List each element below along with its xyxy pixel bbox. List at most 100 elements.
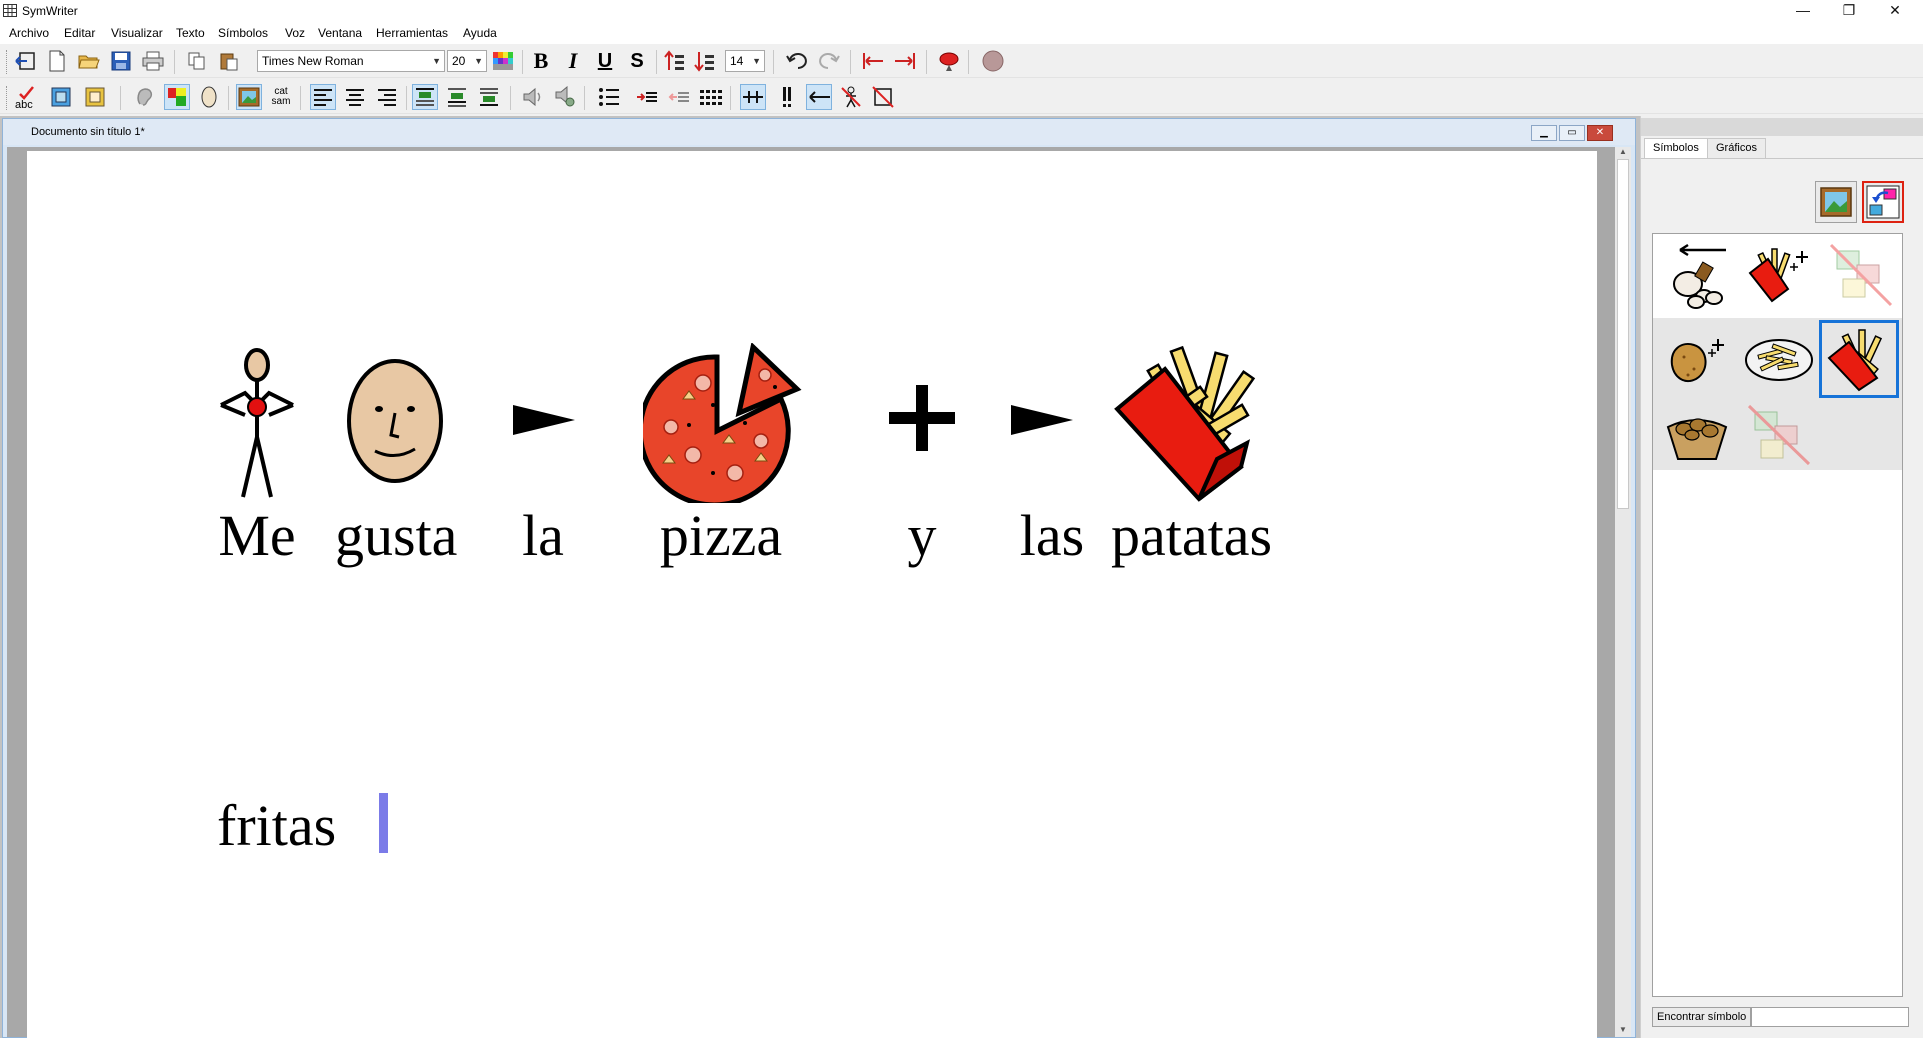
bullet-list-icon[interactable] — [596, 84, 622, 110]
arrow-left-icon[interactable] — [806, 84, 832, 110]
toolbar-grip[interactable] — [6, 86, 9, 110]
doc-minimize-button[interactable]: ▁ — [1531, 125, 1557, 141]
font-size-select[interactable]: 20 ▼ — [447, 50, 487, 72]
scroll-thumb[interactable] — [1617, 159, 1629, 509]
app-grid-icon — [3, 4, 17, 17]
indent-decrease-icon[interactable] — [666, 84, 692, 110]
italic-icon[interactable]: I — [560, 48, 586, 74]
align-right-icon[interactable] — [374, 84, 400, 110]
tab-simbolos[interactable]: Símbolos — [1644, 138, 1708, 158]
indent-increase-icon[interactable] — [634, 84, 660, 110]
text-box-yellow-icon[interactable] — [82, 84, 108, 110]
menu-texto[interactable]: Texto — [176, 26, 205, 40]
fries-plate-icon[interactable] — [1739, 320, 1819, 398]
word-las[interactable]: las — [1002, 507, 1102, 565]
menu-visualizar[interactable]: Visualizar — [111, 26, 163, 40]
toolbar-separator — [174, 50, 175, 74]
cat-sam-icon[interactable]: cat sam — [268, 84, 294, 110]
increase-line-spacing-icon[interactable] — [662, 48, 688, 74]
symbol-choices-grid — [1652, 233, 1903, 997]
align-left-icon[interactable] — [310, 84, 336, 110]
scroll-up-icon[interactable]: ▲ — [1615, 147, 1631, 159]
valign-bottom-icon[interactable] — [476, 84, 502, 110]
find-symbol-button[interactable]: Encontrar símbolo — [1652, 1007, 1752, 1027]
ear-icon[interactable] — [132, 84, 158, 110]
exclamation-icon[interactable] — [774, 84, 800, 110]
no-symbol-icon[interactable] — [870, 84, 896, 110]
symbol-size-select[interactable]: 14 ▼ — [725, 50, 765, 72]
indent-right-icon[interactable] — [892, 48, 918, 74]
menu-archivo[interactable]: Archivo — [9, 26, 49, 40]
spellcheck-icon[interactable]: abc — [12, 84, 38, 110]
picture-frame-icon[interactable] — [1815, 181, 1857, 223]
valign-top-icon[interactable] — [412, 84, 438, 110]
document-title-bar: Documento sin título 1* ▁ ▭ ✕ — [3, 119, 1635, 145]
no-symbol-crossed-icon[interactable] — [1821, 236, 1901, 314]
save-icon[interactable] — [108, 48, 134, 74]
minimize-button[interactable]: — — [1780, 0, 1826, 22]
word-y[interactable]: y — [889, 507, 955, 565]
word-la[interactable]: la — [507, 507, 579, 565]
potato-plus-icon[interactable] — [1657, 320, 1737, 398]
voice-circle-icon[interactable] — [980, 48, 1006, 74]
redo-icon[interactable] — [816, 48, 842, 74]
exit-icon[interactable] — [12, 48, 38, 74]
word-fritas[interactable]: fritas — [217, 797, 337, 855]
font-name-select[interactable]: Times New Roman ▼ — [257, 50, 445, 72]
fries-box-icon[interactable] — [1819, 320, 1899, 398]
oval-icon[interactable] — [196, 84, 222, 110]
speaker-icon[interactable] — [520, 84, 546, 110]
menu-ventana[interactable]: Ventana — [318, 26, 362, 40]
text-box-blue-icon[interactable] — [48, 84, 74, 110]
scroll-down-icon[interactable]: ▼ — [1615, 1025, 1631, 1037]
symbol-spacing-icon[interactable] — [740, 84, 766, 110]
new-document-icon[interactable] — [44, 48, 70, 74]
menu-ayuda[interactable]: Ayuda — [463, 26, 497, 40]
potato-basket-icon[interactable] — [1657, 402, 1737, 468]
change-symbol-icon[interactable] — [1862, 181, 1904, 223]
copy-icon[interactable] — [184, 48, 210, 74]
color-blocks-icon[interactable] — [164, 84, 190, 110]
picture-frame-icon[interactable] — [236, 84, 262, 110]
menu-simbolos[interactable]: Símbolos — [218, 26, 268, 40]
align-center-icon[interactable] — [342, 84, 368, 110]
underline-icon[interactable]: U — [592, 48, 618, 74]
doc-close-button[interactable]: ✕ — [1587, 125, 1613, 141]
word-me[interactable]: Me — [217, 507, 297, 565]
menu-editar[interactable]: Editar — [64, 26, 95, 40]
triangle-arrow-icon — [513, 405, 575, 435]
toolbar-grip[interactable] — [6, 50, 9, 74]
word-patatas[interactable]: patatas — [1111, 507, 1272, 565]
person-cross-icon[interactable] — [838, 84, 864, 110]
find-symbol-input[interactable] — [1751, 1007, 1909, 1027]
indent-left-icon[interactable] — [860, 48, 886, 74]
restore-button[interactable]: ❐ — [1826, 0, 1872, 22]
word-pizza[interactable]: pizza — [653, 507, 789, 565]
word-gusta[interactable]: gusta — [335, 507, 457, 565]
document-vertical-scrollbar[interactable]: ▲ ▼ — [1615, 147, 1631, 1037]
print-icon[interactable] — [140, 48, 166, 74]
tab-graficos[interactable]: Gráficos — [1707, 138, 1766, 158]
speaker-settings-icon[interactable] — [552, 84, 578, 110]
strikethrough-icon[interactable]: S — [624, 48, 650, 74]
panel-body: Encontrar símbolo — [1641, 158, 1923, 1038]
potato-slices-icon[interactable] — [1657, 236, 1737, 314]
toolbar-separator — [584, 86, 585, 110]
menu-herramientas[interactable]: Herramientas — [376, 26, 448, 40]
bold-icon[interactable]: B — [528, 48, 554, 74]
open-folder-icon[interactable] — [76, 48, 102, 74]
pizza-icon — [643, 343, 802, 503]
paste-icon[interactable] — [216, 48, 242, 74]
doc-restore-button[interactable]: ▭ — [1559, 125, 1585, 141]
fries-plus-icon[interactable] — [1739, 236, 1819, 314]
decrease-line-spacing-icon[interactable] — [692, 48, 718, 74]
dotted-grid-icon[interactable] — [698, 84, 724, 110]
undo-icon[interactable] — [784, 48, 810, 74]
close-button[interactable]: ✕ — [1872, 0, 1918, 22]
valign-middle-icon[interactable] — [444, 84, 470, 110]
record-icon[interactable] — [936, 48, 962, 74]
menu-voz[interactable]: Voz — [285, 26, 305, 40]
document-page[interactable]: Me gusta la pizza y las patatas fritas — [27, 151, 1597, 1038]
color-palette-icon[interactable] — [490, 48, 516, 74]
no-symbol-crossed-icon[interactable] — [1739, 402, 1819, 468]
